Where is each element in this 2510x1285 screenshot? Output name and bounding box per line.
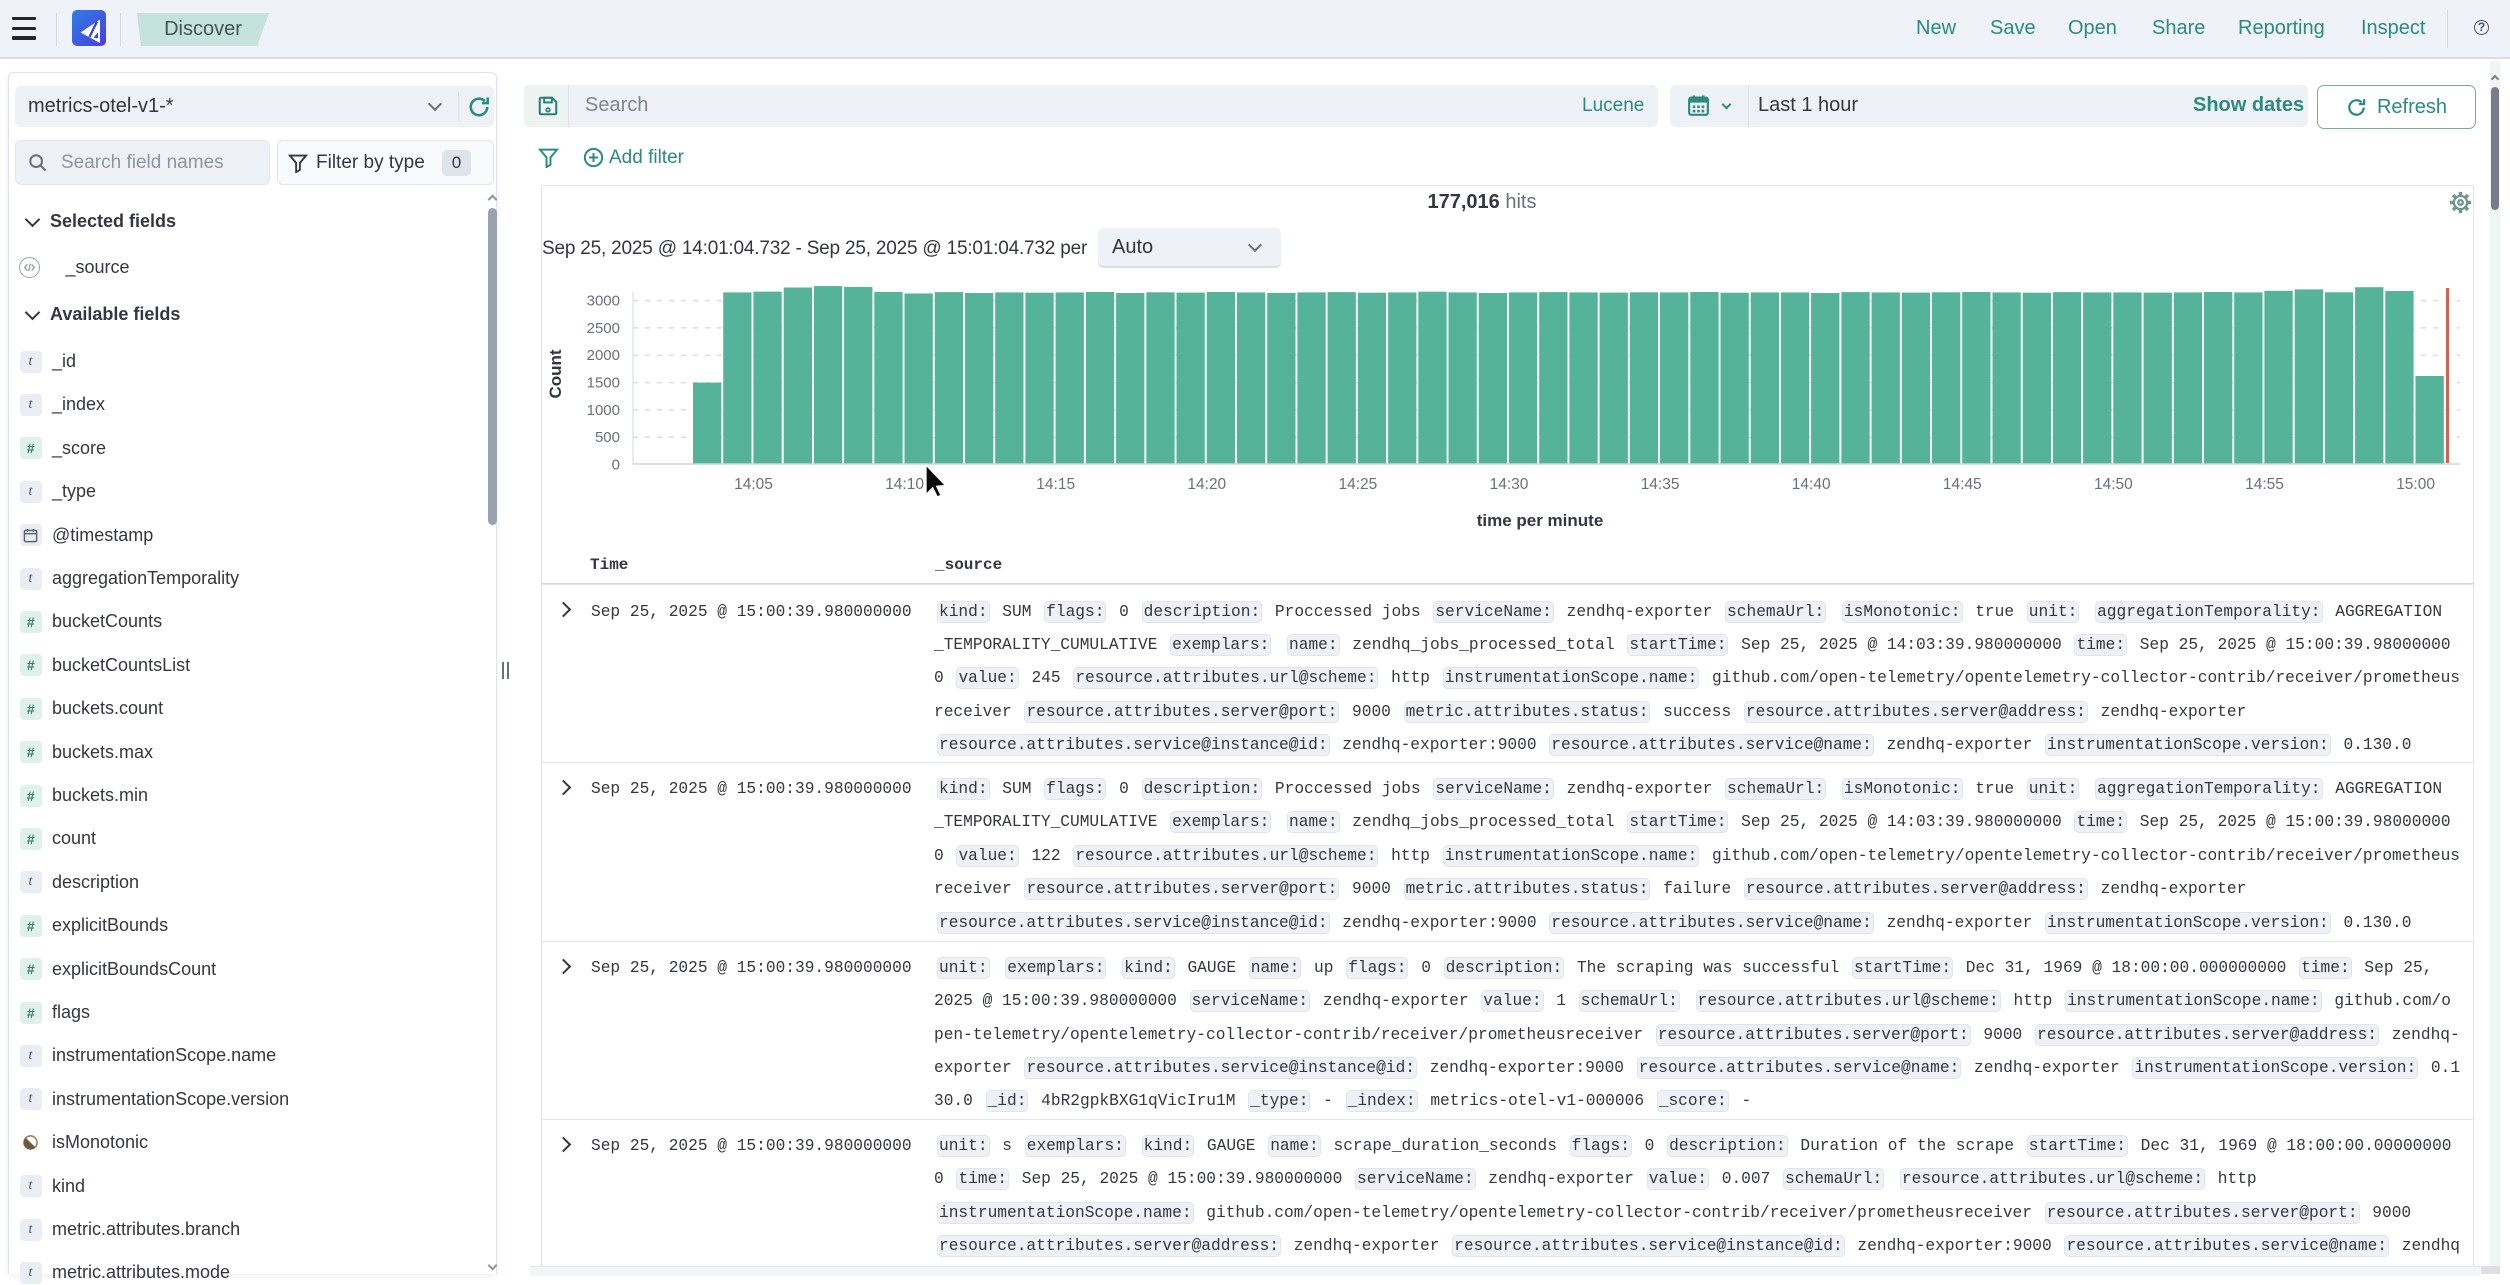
svg-text:14:10: 14:10 — [885, 476, 924, 493]
svg-text:3000: 3000 — [587, 293, 620, 310]
svg-text:15:00: 15:00 — [2396, 476, 2435, 493]
svg-text:14:40: 14:40 — [1792, 476, 1831, 493]
svg-text:14:25: 14:25 — [1339, 476, 1378, 493]
svg-text:1000: 1000 — [587, 402, 620, 419]
svg-text:2500: 2500 — [587, 320, 620, 337]
svg-text:14:15: 14:15 — [1036, 476, 1075, 493]
svg-text:0: 0 — [612, 457, 620, 474]
svg-text:500: 500 — [595, 429, 620, 446]
svg-text:14:50: 14:50 — [2094, 476, 2133, 493]
svg-text:14:45: 14:45 — [1943, 476, 1982, 493]
svg-text:14:05: 14:05 — [734, 476, 773, 493]
svg-text:time per minute: time per minute — [1477, 511, 1604, 530]
svg-text:14:35: 14:35 — [1641, 476, 1680, 493]
svg-text:Count: Count — [546, 349, 565, 398]
svg-text:1500: 1500 — [587, 375, 620, 392]
svg-text:14:30: 14:30 — [1490, 476, 1529, 493]
svg-text:2000: 2000 — [587, 347, 620, 364]
svg-text:14:20: 14:20 — [1187, 476, 1226, 493]
svg-text:14:55: 14:55 — [2245, 476, 2284, 493]
